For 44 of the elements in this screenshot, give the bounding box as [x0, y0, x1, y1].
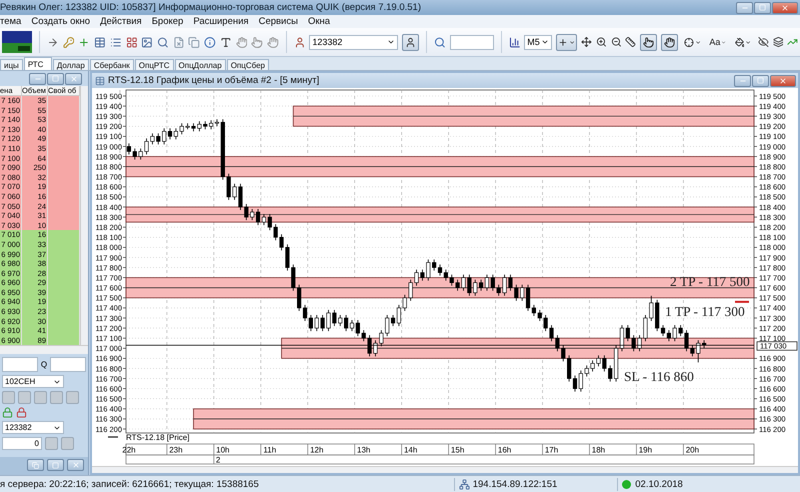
- axis-label: 17h: [544, 446, 558, 454]
- legend-label: RTS-12.18 [Price]: [126, 433, 190, 442]
- chart-annotation: SL - 116 860: [624, 369, 694, 384]
- axis-label: 14h: [404, 446, 418, 454]
- instrument-select[interactable]: 102CEH: [2, 375, 64, 388]
- status-text: я сервера: 20:22:16; записей: 6216661; текущая: 15388165: [0, 478, 259, 490]
- axis-label: 13h: [357, 446, 370, 454]
- axis-label: 16h: [498, 446, 512, 454]
- menu-item[interactable]: Действия: [100, 16, 142, 27]
- timeframe-select[interactable]: M5: [524, 34, 552, 50]
- connection-text: 194.154.89.122:151: [472, 478, 558, 490]
- menu-item[interactable]: Расширения: [193, 16, 249, 27]
- account-select[interactable]: 123382: [2, 421, 64, 434]
- tab[interactable]: Доллар: [52, 59, 89, 70]
- menu-item[interactable]: Сервисы: [258, 16, 298, 27]
- tab[interactable]: Сбербанк: [90, 59, 134, 70]
- account-field[interactable]: 123382: [309, 34, 398, 50]
- axis-label: 12h: [310, 446, 324, 454]
- field-label: Q: [40, 360, 48, 370]
- axis-label: 19h: [638, 446, 652, 454]
- axis-label: 15h: [450, 446, 464, 454]
- date-label: 2: [216, 456, 220, 464]
- chart-annotation: 1 TP - 117 300: [665, 304, 745, 319]
- axis-label: 11h: [263, 446, 276, 454]
- date-text: 02.10.2018: [635, 478, 683, 490]
- menu-item[interactable]: тема: [0, 16, 22, 27]
- axis-label: 22h: [122, 446, 136, 454]
- tab[interactable]: ОпцСбер: [226, 59, 270, 70]
- tab[interactable]: ОпцРТС: [134, 59, 174, 70]
- menu-item[interactable]: Брокер: [152, 16, 184, 27]
- tab[interactable]: ОпцДоллар: [174, 59, 226, 70]
- axis-label: 18h: [592, 446, 606, 454]
- chart-title: RTS-12.18 График цены и объёма #2 - [5 минут]: [108, 75, 320, 86]
- menu-item[interactable]: Создать окно: [31, 16, 90, 27]
- tab[interactable]: РТС: [24, 57, 52, 70]
- tab[interactable]: ицы: [0, 59, 23, 70]
- axis-label: 10h: [216, 446, 230, 454]
- chart-annotation: 2 TP - 117 500: [670, 274, 750, 289]
- font-button[interactable]: Aa: [707, 34, 729, 50]
- menu-item[interactable]: Окна: [308, 16, 330, 27]
- axis-label: 20h: [686, 446, 700, 454]
- axis-label: 23h: [169, 446, 183, 454]
- window-title: Ревякин Олег: 123382 UID: 105837] Информационно-торговая система QUIK (версия 7.19.0.51): [0, 2, 421, 13]
- quantity-field[interactable]: 0: [2, 437, 42, 450]
